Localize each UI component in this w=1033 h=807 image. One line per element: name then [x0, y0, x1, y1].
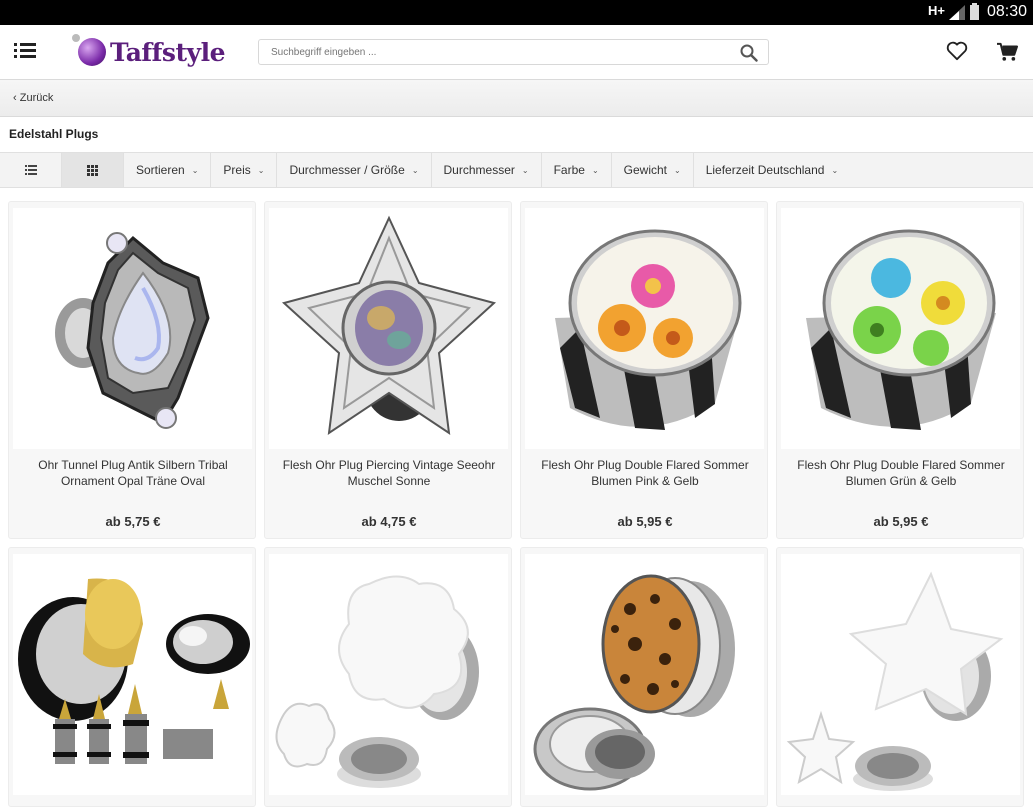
product-image[interactable] — [781, 208, 1020, 449]
gold-spike-plug-set-image — [18, 578, 250, 764]
search-icon[interactable] — [740, 44, 758, 62]
signal-icon — [949, 5, 965, 20]
back-bar: ‹ Zurück — [0, 79, 1033, 117]
product-image[interactable] — [13, 554, 252, 795]
category-title: Edelstahl Plugs — [9, 127, 99, 141]
site-logo[interactable]: Taffstyle — [72, 34, 225, 68]
product-name[interactable]: Flesh Ohr Plug Double Flared Sommer Blum… — [531, 457, 759, 489]
list-icon — [24, 165, 37, 175]
product-name[interactable]: Ohr Tunnel Plug Antik Silbern Tribal Orn… — [19, 457, 247, 489]
filter-durchmesser-groesse[interactable]: Durchmesser / Größe ⌄ — [277, 153, 432, 187]
battery-icon — [970, 3, 979, 20]
white-flower-plug-image — [275, 575, 479, 788]
chevron-down-icon: ⌄ — [257, 165, 265, 175]
chevron-down-icon: ⌄ — [831, 165, 839, 175]
product-card[interactable] — [264, 547, 512, 807]
leopard-plug-image — [533, 574, 735, 791]
clock: 08:30 — [986, 3, 1027, 20]
product-image[interactable] — [525, 208, 764, 449]
gem-logo-icon — [72, 34, 106, 66]
abalone-flower-plug-image — [281, 215, 497, 436]
pink-yellow-flower-plug-image — [555, 229, 742, 430]
product-price: ab 4,75 € — [361, 514, 417, 529]
filter-durchmesser[interactable]: Durchmesser ⌄ — [432, 153, 542, 187]
search-input[interactable] — [259, 40, 719, 64]
product-name[interactable]: Flesh Ohr Plug Piercing Vintage Seeohr M… — [275, 457, 503, 489]
product-card[interactable]: Flesh Ohr Plug Double Flared Sommer Blum… — [520, 201, 768, 539]
grid-icon — [87, 164, 98, 176]
network-indicator: H+ — [928, 3, 945, 18]
green-yellow-flower-plug-image — [806, 229, 996, 430]
chevron-down-icon: ⌄ — [591, 165, 599, 175]
chevron-down-icon: ⌄ — [411, 165, 419, 175]
product-card[interactable]: Flesh Ohr Plug Piercing Vintage Seeohr M… — [264, 201, 512, 539]
back-link[interactable]: ‹ Zurück — [13, 92, 53, 104]
list-view-button[interactable] — [0, 153, 62, 187]
product-card[interactable] — [8, 547, 256, 807]
product-card[interactable]: Flesh Ohr Plug Double Flared Sommer Blum… — [776, 201, 1024, 539]
status-bar: H+ 08:30 — [0, 0, 1033, 25]
product-image[interactable] — [13, 208, 252, 449]
chevron-down-icon: ⌄ — [191, 165, 199, 175]
product-price: ab 5,95 € — [873, 514, 929, 529]
product-image[interactable] — [525, 554, 764, 795]
product-card[interactable]: Ohr Tunnel Plug Antik Silbern Tribal Orn… — [8, 201, 256, 539]
chevron-down-icon: ⌄ — [521, 165, 529, 175]
product-name[interactable]: Flesh Ohr Plug Double Flared Sommer Blum… — [787, 457, 1015, 489]
product-price: ab 5,75 € — [105, 514, 161, 529]
filter-lieferzeit[interactable]: Lieferzeit Deutschland ⌄ — [694, 153, 850, 187]
product-image[interactable] — [269, 208, 508, 449]
product-card[interactable] — [520, 547, 768, 807]
chevron-left-icon: ‹ — [13, 92, 20, 104]
heart-icon[interactable] — [946, 41, 968, 61]
filter-gewicht[interactable]: Gewicht ⌄ — [612, 153, 694, 187]
white-star-plug-image — [786, 571, 1004, 791]
cart-icon[interactable] — [996, 42, 1018, 62]
search-box — [258, 39, 769, 65]
filter-bar: Sortieren ⌄ Preis ⌄ Durchmesser / Größe ⌄ D… — [0, 152, 1033, 188]
opal-ornament-plug-image — [55, 232, 210, 429]
back-label: Zurück — [19, 92, 54, 104]
product-price: ab 5,95 € — [617, 514, 673, 529]
chevron-down-icon: ⌄ — [674, 165, 681, 175]
menu-icon[interactable] — [14, 43, 36, 59]
filter-sortieren[interactable]: Sortieren ⌄ — [124, 153, 212, 187]
product-image[interactable] — [781, 554, 1020, 795]
site-header: Taffstyle — [0, 25, 1033, 79]
filter-farbe[interactable]: Farbe ⌄ — [542, 153, 612, 187]
product-image[interactable] — [269, 554, 508, 795]
grid-view-button[interactable] — [62, 153, 124, 187]
filter-preis[interactable]: Preis ⌄ — [211, 153, 278, 187]
product-card[interactable] — [776, 547, 1024, 807]
logo-text: Taffstyle — [110, 37, 225, 67]
